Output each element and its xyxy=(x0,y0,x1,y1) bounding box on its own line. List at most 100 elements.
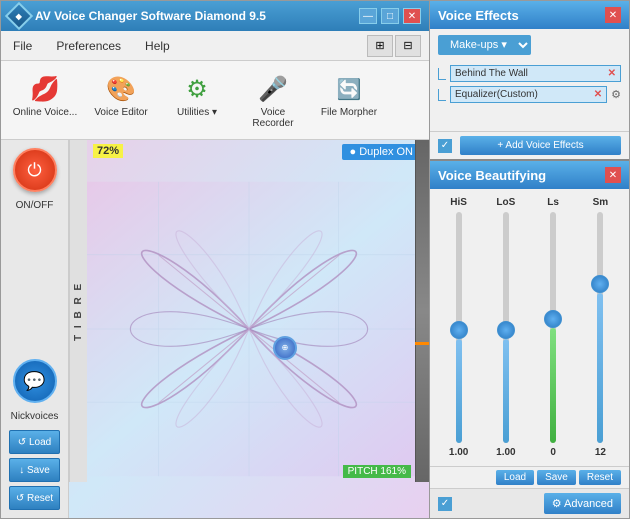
vb-slider-col-ls: Ls 0 xyxy=(533,197,574,458)
nickvoices-button[interactable]: 💬 xyxy=(13,359,57,403)
toolbar: 💋 Online Voice... 🎨 Voice Editor ⚙ Utili… xyxy=(1,61,429,140)
menu-file[interactable]: File xyxy=(9,37,36,55)
voice-effects-panel: Voice Effects ✕ Make-ups ▾ Behind The Wa… xyxy=(430,1,629,161)
vb-los-label: LoS xyxy=(496,197,515,208)
vb-los-thumb[interactable] xyxy=(497,321,515,339)
pitch-dot[interactable]: ⊕ xyxy=(273,336,297,360)
vb-sliders: HiS 1.00 LoS 1.00 Ls xyxy=(430,189,629,466)
pitch-canvas[interactable]: T I B R E 72% ● Duplex ON ⊕ PITCH 161% xyxy=(69,140,429,518)
makeups-dropdown[interactable]: Make-ups ▾ xyxy=(438,35,531,55)
menu-icon-btn-1[interactable]: ⊞ xyxy=(367,35,393,57)
title-bar-left: ◆ AV Voice Changer Software Diamond 9.5 xyxy=(9,6,266,26)
ve-effect-name-2: Equalizer(Custom) xyxy=(455,89,538,100)
vb-his-value: 1.00 xyxy=(449,447,468,458)
menu-help[interactable]: Help xyxy=(141,37,174,55)
vb-save-button[interactable]: Save xyxy=(537,470,576,485)
voice-recorder-label: Voice Recorder xyxy=(239,107,307,129)
voice-recorder-icon: 🎤 xyxy=(255,71,291,107)
toolbar-online-voice[interactable]: 💋 Online Voice... xyxy=(9,67,81,133)
vb-slider-col-sm: Sm 12 xyxy=(580,197,621,458)
voice-effects-header: Voice Effects ✕ xyxy=(430,1,629,29)
ve-effect-connector-1 xyxy=(438,68,446,80)
vb-sm-value: 12 xyxy=(595,447,606,458)
pitch-bar[interactable] xyxy=(415,140,429,482)
ve-enable-checkbox[interactable]: ✓ xyxy=(438,139,452,153)
voice-beautifying-close[interactable]: ✕ xyxy=(605,167,621,183)
vb-ls-label: Ls xyxy=(547,197,559,208)
pitch-dot-arrows: ⊕ xyxy=(282,343,289,352)
vb-load-button[interactable]: Load xyxy=(496,470,534,485)
ve-effect-name-1: Behind The Wall xyxy=(455,68,528,79)
vb-ls-track[interactable] xyxy=(550,212,556,443)
reset-button[interactable]: ↺ Reset xyxy=(9,486,60,510)
app-title: AV Voice Changer Software Diamond 9.5 xyxy=(35,9,266,23)
online-voice-label: Online Voice... xyxy=(13,107,77,118)
save-button[interactable]: ↓ Save xyxy=(9,458,60,482)
ve-effect-gear-2[interactable]: ⚙ xyxy=(611,88,621,101)
file-morpher-icon: 🔄 xyxy=(331,71,367,107)
voice-effects-close[interactable]: ✕ xyxy=(605,7,621,23)
vb-ls-fill xyxy=(550,328,556,444)
ve-effects-list: Behind The Wall ✕ Equalizer(Custom) ✕ ⚙ xyxy=(430,61,629,131)
vb-los-fill xyxy=(503,339,509,443)
app-logo: ◆ xyxy=(5,2,33,30)
vb-sm-track[interactable] xyxy=(597,212,603,443)
online-voice-icon: 💋 xyxy=(27,71,63,107)
voice-effects-title: Voice Effects xyxy=(438,8,519,23)
ve-effect-connector-2 xyxy=(438,89,446,101)
vb-his-fill xyxy=(456,339,462,443)
vb-slider-col-los: LoS 1.00 xyxy=(485,197,526,458)
action-buttons: ↺ Load ↓ Save ↺ Reset xyxy=(5,430,64,510)
vb-sm-label: Sm xyxy=(593,197,609,208)
onoff-label: ON/OFF xyxy=(16,200,54,211)
close-button[interactable]: ✕ xyxy=(403,8,421,24)
vb-sm-thumb[interactable] xyxy=(591,275,609,293)
toolbar-utilities[interactable]: ⚙ Utilities ▾ xyxy=(161,67,233,133)
voice-editor-icon: 🎨 xyxy=(103,71,139,107)
toolbar-voice-editor[interactable]: 🎨 Voice Editor xyxy=(85,67,157,133)
maximize-button[interactable]: □ xyxy=(381,8,399,24)
add-effects-button[interactable]: + Add Voice Effects xyxy=(460,136,621,155)
nickvoices-label: Nickvoices xyxy=(11,411,59,422)
vb-ls-thumb[interactable] xyxy=(544,310,562,328)
vb-slider-col-his: HiS 1.00 xyxy=(438,197,479,458)
ve-effect-item-2: Equalizer(Custom) ✕ ⚙ xyxy=(438,86,621,103)
voice-editor-label: Voice Editor xyxy=(94,107,147,118)
ve-effect-badge-1[interactable]: Behind The Wall ✕ xyxy=(450,65,621,82)
ve-effect-badge-2[interactable]: Equalizer(Custom) ✕ xyxy=(450,86,607,103)
logo-icon: ◆ xyxy=(16,12,22,21)
file-morpher-label: File Morpher xyxy=(321,107,377,118)
power-button[interactable]: ⏻ xyxy=(13,148,57,192)
ve-effect-remove-2[interactable]: ✕ xyxy=(594,89,602,100)
ve-dropdown-area: Make-ups ▾ xyxy=(438,35,621,55)
vb-his-label: HiS xyxy=(450,197,467,208)
vb-his-track[interactable] xyxy=(456,212,462,443)
vb-ls-value: 0 xyxy=(550,447,556,458)
pitch-area[interactable]: T I B R E 72% ● Duplex ON ⊕ PITCH 161% F… xyxy=(69,140,429,518)
minimize-button[interactable]: — xyxy=(359,8,377,24)
toolbar-file-morpher[interactable]: 🔄 File Morpher xyxy=(313,67,385,133)
vb-enable-checkbox[interactable]: ✓ xyxy=(438,497,452,511)
vb-los-value: 1.00 xyxy=(496,447,515,458)
pitch-svg xyxy=(69,140,429,518)
ve-effect-item-1: Behind The Wall ✕ xyxy=(438,65,621,82)
voice-beautifying-panel: Voice Beautifying ✕ HiS 1.00 LoS 1.0 xyxy=(430,161,629,518)
toolbar-voice-recorder[interactable]: 🎤 Voice Recorder xyxy=(237,67,309,133)
main-area: ⏻ ON/OFF 💬 Nickvoices ↺ Load ↓ Save ↺ Re… xyxy=(1,140,429,518)
pitch-percent-badge: 72% xyxy=(93,144,123,158)
vb-reset-button[interactable]: Reset xyxy=(579,470,621,485)
pitch-bottom-badge: PITCH 161% xyxy=(343,465,411,478)
menu-icon-btn-2[interactable]: ⊟ xyxy=(395,35,421,57)
tibre-label: T I B R E xyxy=(69,140,87,482)
menu-preferences[interactable]: Preferences xyxy=(52,37,125,55)
load-button[interactable]: ↺ Load xyxy=(9,430,60,454)
vb-los-track[interactable] xyxy=(503,212,509,443)
pitch-bar-indicator xyxy=(415,342,429,345)
menu-bar: File Preferences Help ⊞ ⊟ xyxy=(1,31,429,61)
utilities-label: Utilities ▾ xyxy=(177,107,217,118)
ve-effect-remove-1[interactable]: ✕ xyxy=(608,68,616,79)
title-bar: ◆ AV Voice Changer Software Diamond 9.5 … xyxy=(1,1,429,31)
vb-his-thumb[interactable] xyxy=(450,321,468,339)
advanced-button[interactable]: ⚙ Advanced xyxy=(544,493,621,514)
voice-beautifying-title: Voice Beautifying xyxy=(438,168,546,183)
